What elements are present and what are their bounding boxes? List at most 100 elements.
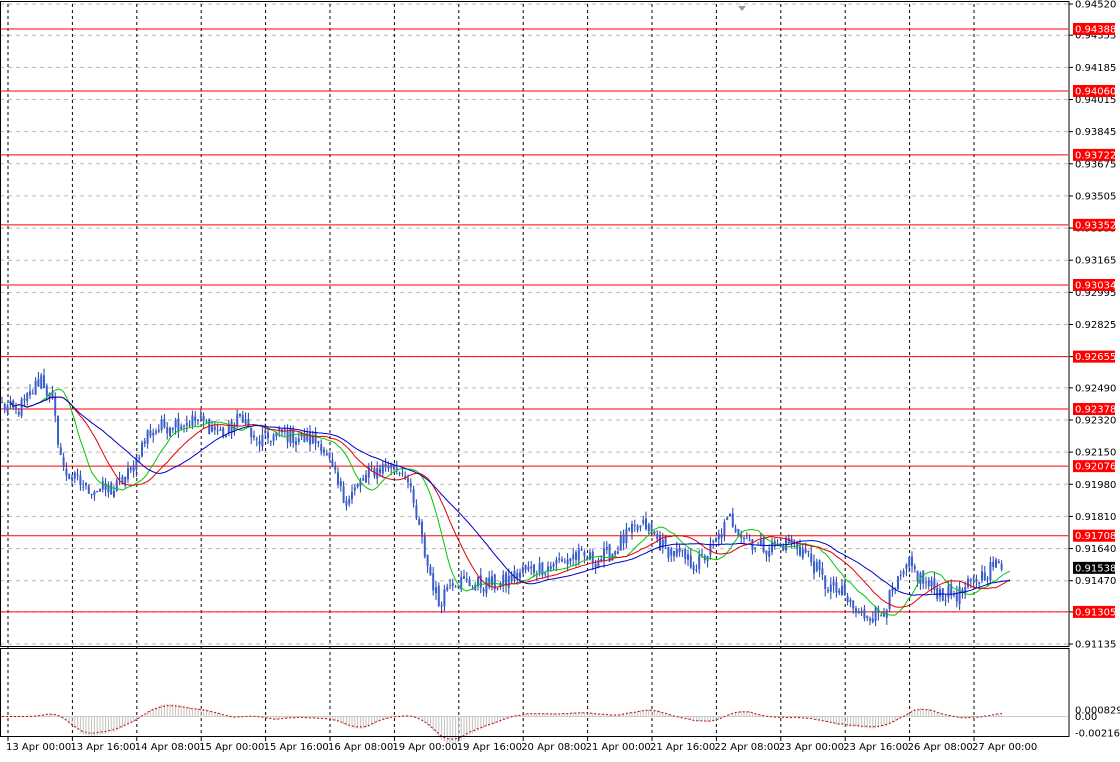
- candle-body: [365, 474, 367, 483]
- candle-body: [34, 380, 37, 395]
- candle-body: [639, 525, 642, 528]
- candle-body: [745, 538, 748, 540]
- time-tick-label: 21 Apr 00:00: [586, 742, 651, 753]
- candle-body: [96, 490, 99, 493]
- time-tick-label: 15 Apr 16:00: [264, 742, 329, 753]
- osc-tick-label: -0.00216: [1075, 729, 1120, 740]
- candle-body: [482, 589, 485, 592]
- candle-body: [432, 573, 435, 591]
- candle-body: [213, 426, 216, 430]
- candle-body: [502, 574, 505, 586]
- candle-body: [801, 549, 804, 558]
- candle-body: [297, 438, 300, 442]
- candle-body: [709, 543, 712, 555]
- candle-body: [891, 588, 894, 592]
- candle-body: [29, 391, 31, 396]
- candle-body: [712, 541, 715, 543]
- candle-body: [407, 478, 409, 483]
- candle-body: [684, 549, 687, 559]
- ma-slow-line: [9, 396, 1011, 596]
- candle-body: [813, 561, 815, 574]
- candle-body: [339, 481, 342, 487]
- candle-body: [818, 560, 821, 570]
- candle-body: [264, 430, 267, 433]
- candle-body: [149, 430, 152, 437]
- candle-body: [681, 550, 684, 552]
- candle-body: [370, 467, 373, 469]
- candle-body: [555, 559, 558, 564]
- candle-body: [785, 537, 787, 551]
- candle-body: [320, 444, 323, 452]
- candle-body: [972, 577, 975, 580]
- chart-frame: [0, 1, 1070, 737]
- candle-body: [905, 564, 908, 569]
- candle-body: [345, 500, 348, 506]
- candle-body: [866, 616, 869, 618]
- candle-body: [614, 551, 617, 555]
- candle-body: [625, 528, 628, 544]
- time-tick-label: 14 Apr 08:00: [135, 742, 200, 753]
- candle-body: [544, 573, 547, 575]
- candle-body: [871, 618, 874, 623]
- level-label: 0.94388: [1075, 24, 1116, 35]
- candle-body: [541, 562, 544, 576]
- grid: [0, 3, 1068, 737]
- candle-body: [589, 552, 591, 560]
- candle-body: [832, 581, 835, 586]
- candle-body: [166, 427, 169, 434]
- candle-body: [827, 589, 829, 592]
- candle-body: [317, 441, 320, 444]
- trading-chart-window[interactable]: 0.94520 0.94355 0.94185 0.94015 0.93845 0.936…: [0, 0, 1120, 758]
- time-tick-label: 13 Apr 00:00: [6, 742, 71, 753]
- candle-body: [899, 574, 902, 576]
- candle-body: [393, 465, 395, 470]
- candle-body: [57, 416, 59, 445]
- time-tick-label: 19 Apr 16:00: [457, 742, 522, 753]
- candle-body: [729, 513, 731, 517]
- candle-body: [132, 465, 135, 472]
- candle-body: [163, 418, 166, 428]
- candle-body: [807, 550, 810, 552]
- candle-body: [379, 468, 381, 474]
- time-tick-label: 23 Apr 16:00: [843, 742, 908, 753]
- candle-body: [225, 435, 227, 437]
- candle-body: [353, 487, 356, 491]
- price-axis[interactable]: 0.945200.943550.941850.940150.938450.936…: [1069, 0, 1116, 651]
- candle-body: [835, 582, 838, 593]
- price-tick-label: 0.93505: [1075, 191, 1116, 202]
- candle-body: [409, 483, 412, 487]
- candle-body: [101, 481, 104, 490]
- candle-body: [715, 538, 717, 542]
- candle-body: [309, 432, 311, 445]
- candle-body: [841, 585, 843, 596]
- ma-fast-line: [9, 389, 1011, 616]
- time-tick-label: 23 Apr 00:00: [779, 742, 844, 753]
- candle-body: [821, 568, 824, 575]
- candle-body: [569, 558, 572, 562]
- candle-body: [720, 534, 723, 538]
- candle-body: [331, 459, 334, 467]
- candle-body: [269, 440, 272, 443]
- oscillator-panel-frame: [0, 648, 1070, 737]
- level-label: 0.93352: [1075, 220, 1116, 231]
- level-label: 0.94060: [1075, 86, 1116, 97]
- candle-body: [328, 452, 331, 459]
- candle-body: [183, 425, 185, 427]
- price-tick-label: 0.91135: [1075, 640, 1116, 651]
- candle-body: [115, 480, 118, 491]
- oscillator-axis: 0.0008290.00-0.00216: [1075, 706, 1120, 740]
- shift-marker-icon: [738, 6, 746, 11]
- candle-body: [869, 618, 871, 621]
- candle-body: [185, 422, 188, 426]
- level-label: 0.91305: [1075, 607, 1116, 618]
- price-chart[interactable]: 0.945200.943550.941850.940150.938450.936…: [0, 0, 1120, 758]
- candle-body: [983, 572, 986, 581]
- time-tick-label: 15 Apr 00:00: [199, 742, 264, 753]
- time-axis[interactable]: 13 Apr 00:00 13 Apr 16:00 14 Apr 08:00 15 A…: [6, 737, 1037, 753]
- candle-body: [524, 565, 527, 571]
- candle-body: [603, 548, 605, 561]
- time-tick-label: 22 Apr 08:00: [714, 742, 779, 753]
- candle-body: [255, 438, 258, 440]
- candle-body: [981, 571, 983, 581]
- price-tick-label: 0.92490: [1075, 383, 1116, 394]
